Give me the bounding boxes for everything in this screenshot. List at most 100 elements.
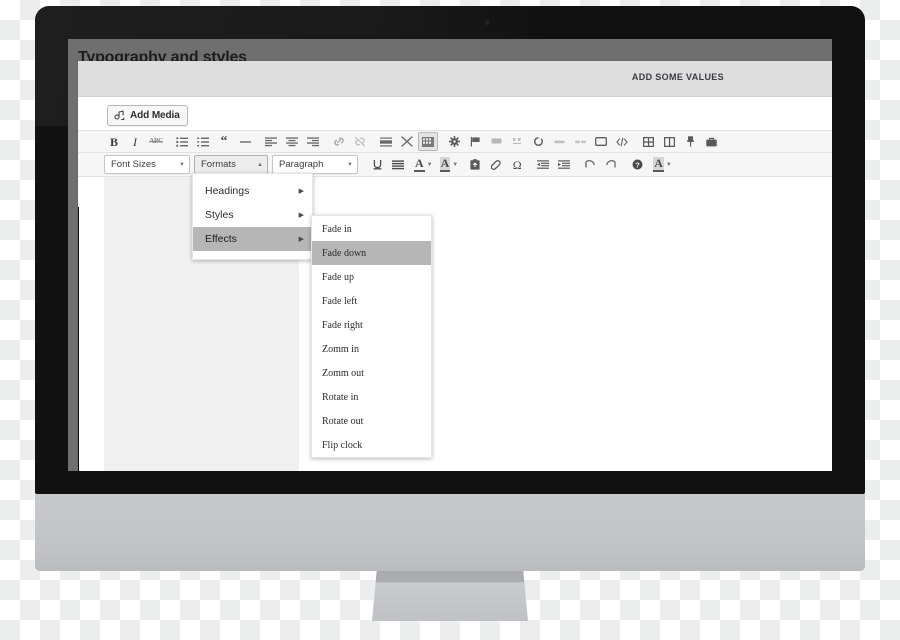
blockquote-icon[interactable]: “ [214,132,234,151]
editor-region: Add Media B I ABC “ Font Sizes ▼ Formats… [78,97,832,471]
underline-icon[interactable] [367,155,387,174]
menu-item-styles[interactable]: Styles ▶ [193,203,312,227]
submenu-item-rotate-out[interactable]: Rotate out [312,409,431,433]
chevron-right-icon: ▶ [298,188,304,195]
editor-toolbar-row-1: B I ABC “ [78,130,832,153]
submenu-item-flip-clock[interactable]: Flip clock [312,433,431,457]
submenu-item-fade-up[interactable]: Fade up [312,265,431,289]
monitor-stand-foot [372,571,528,621]
grid-layout-icon[interactable] [638,132,658,151]
effects-submenu: Fade in Fade down Fade up Fade left Fade… [311,215,432,458]
redo-icon[interactable] [601,155,621,174]
menu-item-label: Headings [205,185,250,197]
menu-item-label: Styles [205,209,234,221]
align-left-icon[interactable] [261,132,281,151]
formats-label: Formats [201,159,236,170]
special-character-icon[interactable]: Ω [507,155,527,174]
clear-formatting-icon[interactable] [486,155,506,174]
menu-item-label: Effects [205,233,237,245]
chevron-down-icon: ▼ [665,161,672,168]
align-center-icon[interactable] [282,132,302,151]
text-color-button[interactable]: A ▼ [414,157,433,172]
strikethrough-icon[interactable]: ABC [146,132,166,151]
screen-left-edge-bar [78,207,79,471]
paste-as-text-icon[interactable] [465,155,485,174]
menu-item-effects[interactable]: Effects ▶ [193,227,312,251]
pin-icon[interactable] [680,132,700,151]
submenu-item-zomm-out[interactable]: Zomm out [312,361,431,385]
distraction-free-icon[interactable] [397,132,417,151]
submenu-item-label: Fade up [322,271,354,283]
submenu-item-label: Fade left [322,295,358,307]
read-more-icon[interactable] [376,132,396,151]
source-code-icon[interactable] [612,132,632,151]
add-media-button[interactable]: Add Media [107,105,188,126]
horizontal-rule-icon[interactable] [235,132,255,151]
submenu-item-zomm-in[interactable]: Zomm in [312,337,431,361]
quote-shortcode-icon[interactable] [507,132,527,151]
chevron-up-icon: ▲ [257,161,263,168]
submenu-item-label: Rotate in [322,391,359,403]
menu-item-headings[interactable]: Headings ▶ [193,179,312,203]
paragraph-label: Paragraph [279,159,324,170]
indent-icon[interactable] [554,155,574,174]
unlink-icon[interactable] [350,132,370,151]
formats-select[interactable]: Formats ▲ [194,155,268,174]
chevron-down-icon: ▼ [426,161,433,168]
box-shortcode-icon[interactable] [591,132,611,151]
font-sizes-label: Font Sizes [111,159,156,170]
submenu-item-rotate-in[interactable]: Rotate in [312,385,431,409]
align-right-icon[interactable] [303,132,323,151]
submenu-item-label: Fade in [322,223,352,235]
columns-two-icon[interactable] [570,132,590,151]
bar-shortcode-icon[interactable] [549,132,569,151]
monitor-chin-surface [35,494,865,571]
circle-progress-icon[interactable] [528,132,548,151]
add-some-values-label: ADD SOME VALUES [631,72,724,82]
monitor-chin [35,494,865,571]
imac-monitor: Typography and styles ADD SOME VALUES Ad… [35,6,865,494]
paragraph-select[interactable]: Paragraph ▼ [272,155,358,174]
chevron-down-icon: ▼ [179,161,185,168]
chevron-down-icon: ▼ [452,161,459,168]
submenu-item-label: Fade down [322,247,367,259]
submenu-item-fade-down[interactable]: Fade down [312,241,431,265]
keyboard-help-icon[interactable]: ? [627,155,647,174]
chevron-right-icon: ▶ [298,212,304,219]
justify-icon[interactable] [388,155,408,174]
chevron-down-icon: ▼ [347,161,353,168]
flag-icon[interactable] [465,132,485,151]
screen: Typography and styles ADD SOME VALUES Ad… [68,39,832,471]
media-photo-music-icon [114,110,125,121]
insert-link-icon[interactable] [329,132,349,151]
bold-icon[interactable]: B [104,132,124,151]
split-layout-icon[interactable] [659,132,679,151]
svg-text:?: ? [635,160,640,169]
briefcase-icon[interactable] [701,132,721,151]
add-media-row: Add Media [78,97,832,130]
submenu-item-fade-in[interactable]: Fade in [312,217,431,241]
app-window: ADD SOME VALUES Add Media B I ABC “ Font… [78,61,832,471]
chevron-right-icon: ▶ [298,236,304,243]
undo-icon[interactable] [580,155,600,174]
webcam-icon [484,19,491,26]
font-sizes-select[interactable]: Font Sizes ▼ [104,155,190,174]
submenu-item-label: Zomm out [322,367,364,379]
background-color-button[interactable]: A ▼ [439,156,459,172]
submenu-item-fade-left[interactable]: Fade left [312,289,431,313]
settings-gear-icon[interactable] [444,132,464,151]
more-text-color-button[interactable]: A ▼ [653,157,672,172]
numbered-list-icon[interactable] [193,132,213,151]
app-header: ADD SOME VALUES [78,61,832,97]
submenu-item-label: Fade right [322,319,363,331]
submenu-item-fade-right[interactable]: Fade right [312,313,431,337]
background-color-icon: A [439,156,451,172]
italic-icon[interactable]: I [125,132,145,151]
toggle-toolbar-icon[interactable] [418,132,438,151]
outdent-icon[interactable] [533,155,553,174]
bulleted-list-icon[interactable] [172,132,192,151]
add-media-label: Add Media [130,110,180,121]
submenu-item-label: Rotate out [322,415,364,427]
button-shortcode-icon[interactable] [486,132,506,151]
submenu-item-label: Flip clock [322,439,363,451]
